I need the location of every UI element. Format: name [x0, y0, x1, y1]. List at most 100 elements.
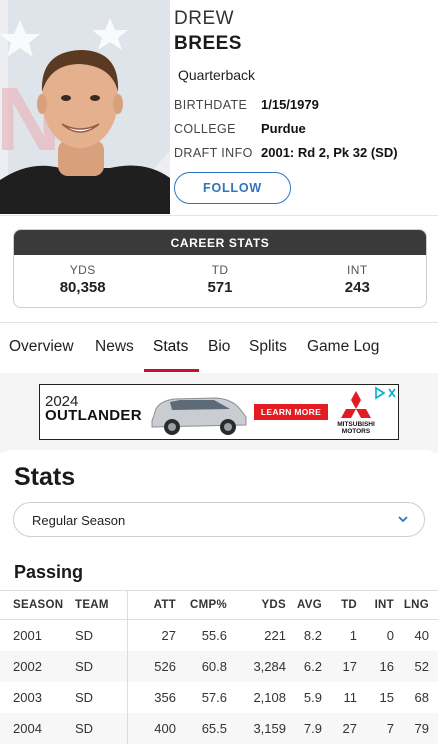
career-stats-card: CAREER STATS YDS 80,358 TD 571 INT 243	[13, 229, 427, 308]
cell-lng: 52	[414, 659, 429, 674]
player-header: NF DREW BREES Quarterback BIRTHDATE 1/15/…	[0, 0, 438, 215]
cell-att: 400	[154, 721, 176, 736]
cell-avg: 8.2	[303, 628, 322, 643]
cell-avg: 7.9	[303, 721, 322, 736]
cell-yds: 221	[264, 628, 286, 643]
car-image	[146, 389, 250, 442]
cell-cmp-pct: 65.5	[201, 721, 227, 736]
career-stat-td: TD 571	[151, 255, 288, 307]
cell-lng: 68	[414, 690, 429, 705]
cell-team: SD	[75, 628, 94, 643]
player-last-name: BREES	[174, 33, 242, 54]
column-header: TEAM	[75, 599, 109, 611]
tab-splits[interactable]: Splits	[249, 338, 287, 356]
column-divider	[127, 651, 128, 682]
career-stat-value: 571	[207, 279, 233, 296]
cell-int: 0	[386, 628, 394, 643]
career-stat-int: INT 243	[289, 255, 426, 307]
cell-team: SD	[75, 721, 94, 736]
divider	[0, 322, 438, 323]
cell-td: 17	[342, 659, 357, 674]
cell-cmp-pct: 55.6	[201, 628, 227, 643]
tab-bio[interactable]: Bio	[208, 338, 230, 356]
column-header: LNG	[403, 599, 429, 611]
cell-team: SD	[75, 690, 94, 705]
ad-choices-icon[interactable]	[374, 386, 398, 400]
cell-cmp-pct: 57.6	[201, 690, 227, 705]
cell-season: 2002	[13, 659, 42, 674]
cell-yds: 2,108	[253, 690, 286, 705]
table-row: 2004 SD 400 65.5 3,159 7.9 27 7 79	[0, 713, 438, 744]
info-row-college: COLLEGE Purdue	[174, 121, 306, 136]
column-divider	[127, 620, 128, 651]
career-stat-value: 80,358	[59, 279, 106, 296]
table-header-row: SEASON TEAM ATT CMP% YDS AVG TD INT LNG	[0, 590, 438, 620]
ad-model: OUTLANDER	[45, 407, 142, 424]
tab-overview[interactable]: Overview	[9, 338, 74, 356]
career-stat-label: INT	[347, 263, 368, 277]
cell-lng: 79	[414, 721, 429, 736]
info-value: 1/15/1979	[261, 97, 319, 112]
cell-att: 356	[154, 690, 176, 705]
cell-season: 2003	[13, 690, 42, 705]
ad-brand-line: MITSUBISHI	[337, 421, 375, 428]
cell-team: SD	[75, 659, 94, 674]
cell-lng: 40	[414, 628, 429, 643]
table-row: 2003 SD 356 57.6 2,108 5.9 11 15 68	[0, 682, 438, 713]
cell-td: 27	[342, 721, 357, 736]
player-headshot: NF	[0, 0, 170, 214]
cell-att: 27	[161, 628, 176, 643]
column-divider	[127, 682, 128, 713]
column-header: ATT	[153, 599, 176, 611]
passing-title: Passing	[14, 562, 84, 582]
player-position: Quarterback	[178, 67, 256, 83]
follow-button[interactable]: FOLLOW	[174, 172, 291, 204]
info-row-draft: DRAFT INFO 2001: Rd 2, Pk 32 (SD)	[174, 145, 398, 160]
cell-cmp-pct: 60.8	[201, 659, 227, 674]
column-header: INT	[374, 599, 394, 611]
cell-td: 1	[349, 628, 357, 643]
info-value: Purdue	[261, 121, 306, 136]
season-select-value: Regular Season	[32, 513, 126, 528]
cell-yds: 3,284	[253, 659, 286, 674]
cell-int: 16	[379, 659, 394, 674]
ad-brand: MITSUBISHI MOTORS	[336, 421, 376, 435]
cell-season: 2004	[13, 721, 42, 736]
table-row: 2002 SD 526 60.8 3,284 6.2 17 16 52	[0, 651, 438, 682]
career-stat-label: YDS	[69, 263, 96, 277]
column-header: SEASON	[13, 599, 64, 611]
cell-td: 11	[343, 690, 358, 705]
cell-avg: 5.9	[303, 690, 322, 705]
tab-game-log[interactable]: Game Log	[307, 338, 379, 356]
divider	[0, 215, 438, 216]
info-row-birthdate: BIRTHDATE 1/15/1979	[174, 97, 319, 112]
column-header: CMP%	[190, 599, 227, 611]
ad-cta-button[interactable]: LEARN MORE	[254, 404, 328, 420]
player-tabs: Overview News Stats Bio Splits Game Log	[0, 324, 438, 372]
stats-title: Stats	[14, 463, 76, 491]
cell-att: 526	[154, 659, 176, 674]
ad-banner[interactable]: 2024 OUTLANDER LEARN MORE MITSUBISHI MOT…	[39, 384, 399, 440]
cell-avg: 6.2	[303, 659, 322, 674]
column-divider	[127, 591, 128, 619]
cell-int: 7	[386, 721, 394, 736]
career-stat-label: TD	[211, 263, 229, 277]
info-label: DRAFT INFO	[174, 146, 253, 160]
column-divider	[127, 713, 128, 744]
info-value: 2001: Rd 2, Pk 32 (SD)	[261, 145, 398, 160]
info-label: COLLEGE	[174, 122, 236, 136]
chevron-down-icon	[396, 512, 410, 531]
cell-yds: 3,159	[253, 721, 286, 736]
column-header: TD	[341, 599, 357, 611]
column-header: AVG	[297, 599, 322, 611]
table-row: 2001 SD 27 55.6 221 8.2 1 0 40	[0, 620, 438, 651]
cell-int: 15	[379, 690, 394, 705]
season-type-select[interactable]: Regular Season	[13, 502, 425, 537]
info-label: BIRTHDATE	[174, 98, 248, 112]
career-stat-yds: YDS 80,358	[14, 255, 151, 307]
tab-stats[interactable]: Stats	[153, 338, 188, 356]
active-tab-indicator	[144, 369, 199, 372]
tab-news[interactable]: News	[95, 338, 134, 356]
cell-season: 2001	[13, 628, 42, 643]
career-stats-title: CAREER STATS	[14, 230, 426, 255]
